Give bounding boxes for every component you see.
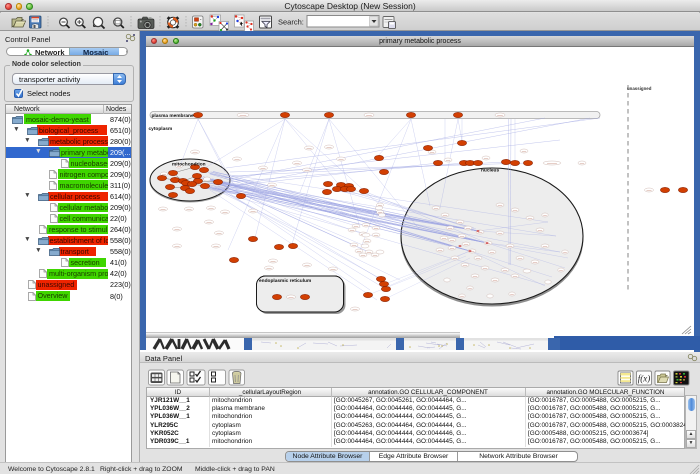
- svg-text:nucleus: nucleus: [481, 168, 499, 174]
- svg-text:mitochondrion: mitochondrion: [172, 162, 206, 168]
- svg-text:unassigned: unassigned: [627, 86, 652, 91]
- svg-text:Search:: Search:: [278, 18, 304, 27]
- svg-text:cytoplasm: cytoplasm: [149, 126, 173, 132]
- svg-text:f(x): f(x): [638, 374, 651, 384]
- svg-text:endoplasmic reticulum: endoplasmic reticulum: [259, 278, 311, 284]
- svg-text:plasma membrane: plasma membrane: [152, 113, 194, 119]
